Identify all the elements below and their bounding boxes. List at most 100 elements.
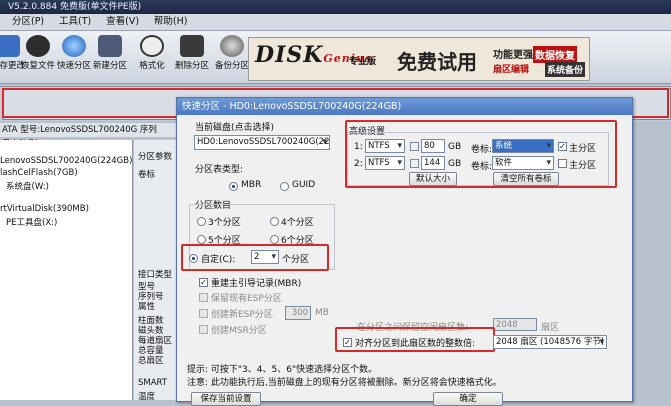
menu-bar: 分区(P) 工具(T) 查看(V) 帮助(H): [0, 14, 671, 31]
custom-partition-count-select[interactable]: 2: [251, 250, 279, 264]
current-disk-label: 当前磁盘(点击选择): [195, 123, 275, 133]
row2-size-unit: GB: [448, 159, 462, 169]
disk-tree: LenovoSSDSL700240G(224GB) lashCelFlash(7…: [0, 140, 133, 400]
brand-slogan: 免费试用: [397, 50, 477, 74]
rebuild-mbr-label: 重建主引导记录(MBR): [211, 279, 302, 289]
six-partitions-label: 6个分区: [281, 236, 314, 246]
row1-number: 1:: [354, 142, 363, 152]
clear-all-labels-button[interactable]: 清空所有卷标: [493, 172, 559, 186]
tip-line-2: 注意: 此功能执行后,当前磁盘上的现有分区将被删除。新分区将会快速格式化。: [187, 378, 502, 388]
param-label: 分区参数: [138, 152, 173, 162]
align-partitions-checkbox[interactable]: ✓: [343, 338, 352, 347]
three-partitions-label: 3个分区: [208, 218, 241, 228]
tree-item-system-drive[interactable]: 系统盘(W:): [0, 180, 49, 192]
row1-primary-label: 主分区: [569, 144, 597, 154]
gap-sectors-unit: 扇区: [541, 323, 560, 333]
quick-partition-dialog: 快速分区 - HD0:LenovoSSDSL700240G(224GB) 当前磁…: [176, 97, 633, 406]
toolbar: 保存更改 恢复文件 快速分区 新建分区 格式化 删除分区 备份分区 DISKGe…: [0, 31, 671, 84]
toolbar-new-partition-button[interactable]: 新建分区: [88, 33, 132, 71]
row1-size-input[interactable]: 80: [421, 139, 445, 153]
rebuild-mbr-checkbox[interactable]: ✓: [199, 278, 208, 287]
custom-partition-unit: 个分区: [282, 255, 310, 265]
row1-lock-icon: [410, 142, 419, 151]
row1-size-unit: GB: [448, 142, 462, 152]
delete-partition-icon: [180, 35, 204, 57]
partition-table-type-label: 分区表类型:: [195, 165, 244, 175]
row2-filesystem-select[interactable]: NTFS: [365, 156, 405, 170]
brand-tag-sector: 扇区编辑: [493, 65, 530, 75]
create-msr-checkbox: [199, 325, 208, 334]
gap-sectors-label: 在分区之间保留空闲扇区数:: [357, 323, 469, 333]
row2-volume-label-caption: 卷标:: [471, 162, 493, 172]
row2-volume-select[interactable]: 软件: [492, 156, 554, 170]
tip-line-1: 提示: 可按下"3、4、5、6"快速选择分区个数。: [187, 365, 378, 375]
toolbar-format-label: 格式化: [139, 61, 165, 71]
param-label: 属性: [138, 302, 156, 312]
row2-lock-icon: [410, 159, 419, 168]
window-title: V5.2.0.884 免费版(单文件PE版): [8, 2, 142, 12]
tree-item-pe-tools[interactable]: PE工具盘(X:): [0, 216, 57, 228]
menu-view[interactable]: 查看(V): [100, 14, 145, 30]
param-label: 温度: [138, 392, 156, 402]
window-title-bar: V5.2.0.884 免费版(单文件PE版): [0, 0, 671, 14]
new-partition-icon: [98, 35, 122, 57]
format-icon: [140, 35, 164, 57]
custom-partitions-label: 自定(C):: [201, 255, 236, 265]
five-partitions-radio[interactable]: [197, 235, 206, 244]
menu-tools[interactable]: 工具(T): [53, 14, 97, 30]
esp-size-unit: MB: [315, 308, 329, 318]
guid-radio[interactable]: [280, 182, 289, 191]
create-msr-label: 创建MSR分区: [211, 326, 267, 336]
toolbar-delete-partition-button[interactable]: 删除分区: [170, 33, 214, 71]
quick-partition-icon: [62, 35, 86, 57]
ok-button[interactable]: 确定: [433, 392, 503, 406]
keep-esp-label: 保留现有ESP分区: [211, 294, 282, 304]
three-partitions-radio[interactable]: [197, 217, 206, 226]
mbr-label: MBR: [241, 180, 262, 190]
brand-tag-recovery: 数据恢复: [533, 46, 577, 63]
four-partitions-label: 4个分区: [281, 218, 314, 228]
default-size-button[interactable]: 默认大小: [409, 172, 457, 186]
row1-volume-select[interactable]: 系统: [492, 139, 554, 153]
disk-info-line: ATA 型号:LenovoSSDSL700240G 序列号:LSL70: [0, 123, 192, 149]
create-esp-label: 创建新ESP分区: [211, 310, 273, 320]
six-partitions-radio[interactable]: [270, 235, 279, 244]
tree-item-ssd[interactable]: LenovoSSDSL700240G(224GB): [0, 156, 132, 166]
row1-filesystem-select[interactable]: NTFS: [365, 139, 405, 153]
menu-partition[interactable]: 分区(P): [6, 14, 50, 30]
toolbar-format-button[interactable]: 格式化: [130, 33, 174, 71]
param-label: 卷标: [138, 170, 156, 180]
row2-primary-label: 主分区: [569, 161, 597, 171]
dialog-title: 快速分区 - HD0:LenovoSSDSL700240G(224GB): [177, 98, 632, 115]
brand-tag-features: 功能更强: [493, 50, 533, 61]
param-label: SMART: [138, 378, 168, 388]
brand-edition: 专业版: [349, 57, 377, 67]
backup-partition-icon: [220, 35, 244, 57]
custom-partitions-radio[interactable]: [189, 254, 198, 263]
five-partitions-label: 5个分区: [208, 236, 241, 246]
row2-number: 2:: [354, 159, 363, 169]
align-sectors-select[interactable]: 2048 扇区 (1048576 字节): [493, 335, 607, 349]
align-partitions-label: 对齐分区到此扇区数的整数倍:: [355, 339, 476, 349]
keep-esp-checkbox: [199, 293, 208, 302]
row1-volume-label-caption: 卷标:: [471, 145, 493, 155]
toolbar-delete-partition-label: 删除分区: [174, 61, 209, 71]
esp-size-input: 300: [285, 306, 311, 320]
save-settings-button[interactable]: 保存当前设置: [191, 392, 261, 406]
gap-sectors-input: 2048: [493, 318, 537, 331]
create-esp-checkbox: [199, 309, 208, 318]
param-label: 总扇区: [138, 356, 164, 366]
tree-item-flash[interactable]: lashCelFlash(7GB): [0, 168, 78, 178]
restore-icon: [26, 35, 50, 57]
brand-tag-backup: 系统备份: [545, 62, 586, 77]
tree-item-virtual-disk[interactable]: rtVirtualDisk(390MB): [0, 204, 89, 214]
row2-size-input[interactable]: 144: [421, 156, 445, 170]
menu-help[interactable]: 帮助(H): [148, 14, 194, 30]
row2-primary-checkbox[interactable]: [558, 159, 567, 168]
row1-primary-checkbox[interactable]: ✓: [558, 142, 567, 151]
mbr-radio[interactable]: [229, 182, 238, 191]
param-label: 接口类型: [138, 270, 173, 280]
four-partitions-radio[interactable]: [270, 217, 279, 226]
guid-label: GUID: [292, 180, 316, 190]
current-disk-select[interactable]: HD0:LenovoSSDSL700240G(224GB): [194, 135, 330, 150]
